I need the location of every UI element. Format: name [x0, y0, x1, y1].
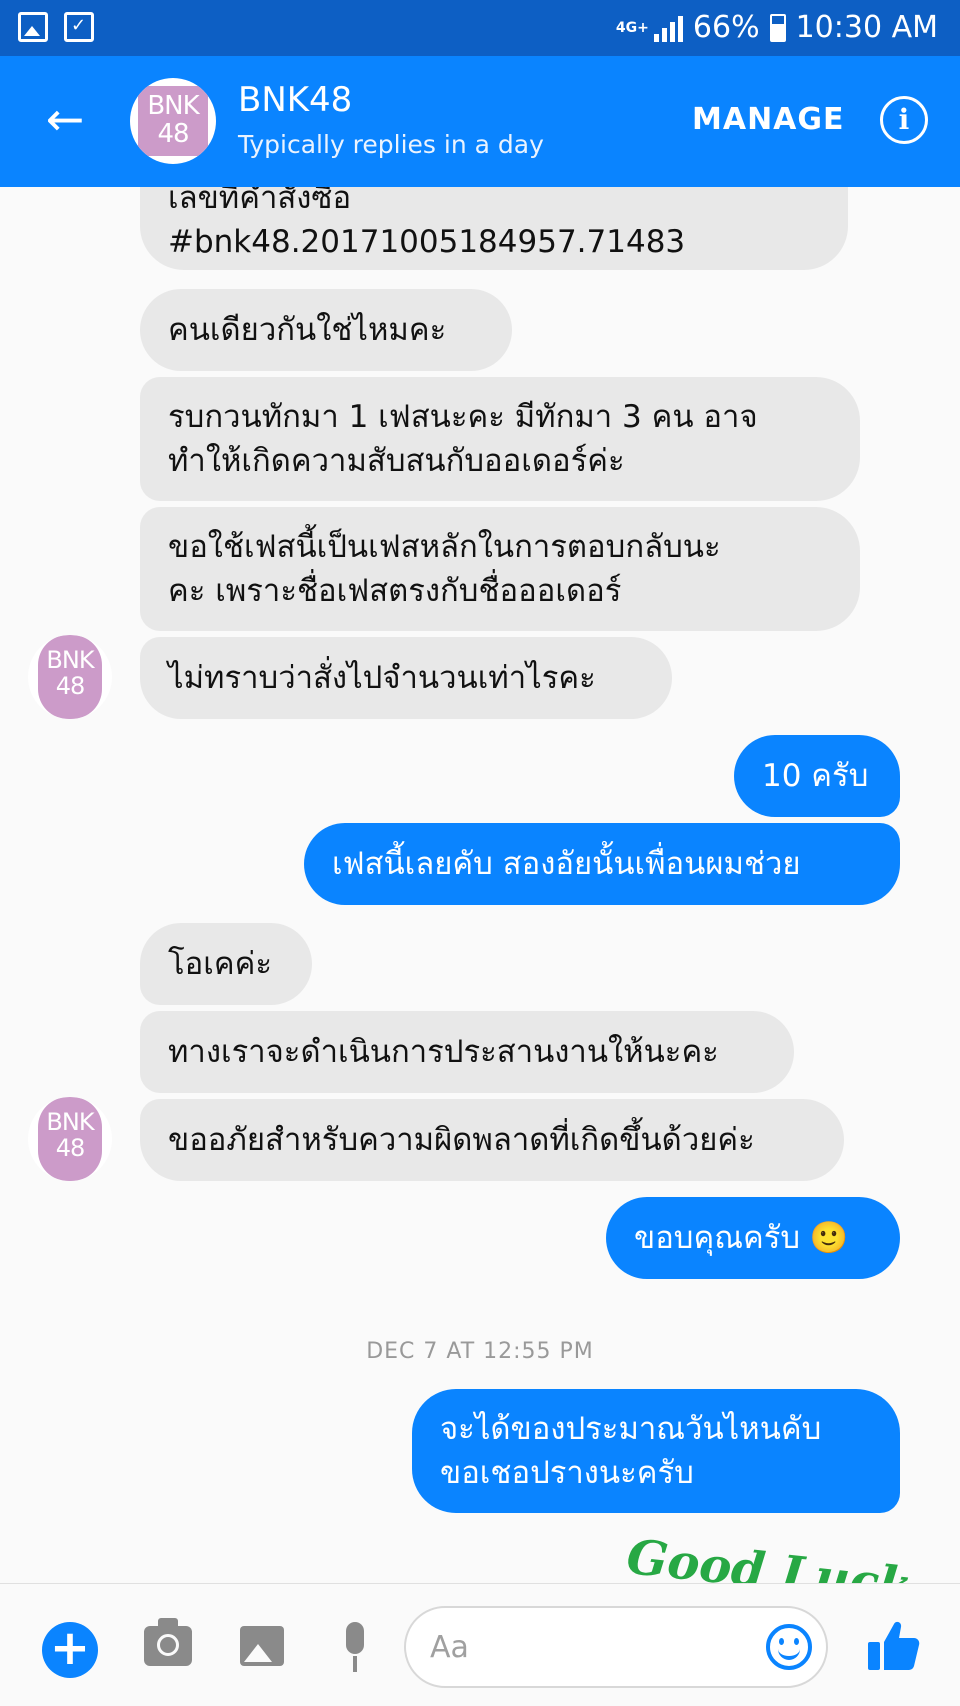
avatar[interactable]: BNK 48	[130, 78, 216, 164]
message-text: ทางเราจะดำเนินการประสานงานให้นะคะ	[168, 1034, 719, 1070]
message-text: รบกวนทักมา 1 เฟสนะคะ มีทักมา 3 คน อาจ	[168, 399, 758, 435]
message-bubble: ไม่ทราบว่าสั่งไปจำนวนเท่าไรคะ	[140, 637, 672, 719]
message-bubble: จะได้ของประมาณวันไหนคับ ขอเชอปรางนะครับ	[412, 1389, 900, 1513]
thumbs-up-icon[interactable]	[866, 1618, 922, 1674]
message-text: เฟสนี้เลยคับ สองอัยนั้นเพื่อนผมช่วย	[332, 846, 801, 882]
back-arrow-icon[interactable]: ←	[40, 96, 90, 144]
plus-icon[interactable]: +	[42, 1622, 98, 1678]
message-text: จะได้ของประมาณวันไหนคับ	[440, 1411, 822, 1447]
message-bubble: 10 ครับ	[734, 735, 900, 817]
message-text: คนเดียวกันใช่ไหมคะ	[168, 312, 447, 348]
response-time-subtitle: Typically replies in a day	[238, 130, 544, 159]
camera-icon[interactable]	[144, 1618, 192, 1666]
message-text: โอเคค่ะ	[168, 946, 272, 982]
message-bubble: คนเดียวกันใช่ไหมคะ	[140, 289, 512, 371]
message-text: คะ เพราะชื่อเฟสตรงกับชื่อออเดอร์	[168, 573, 622, 609]
avatar-logo: BNK 48	[38, 635, 102, 719]
avatar-logo: BNK 48	[138, 86, 208, 156]
message-text: ขอบคุณครับ 🙂	[634, 1220, 849, 1256]
avatar[interactable]: BNK 48	[28, 1097, 112, 1181]
signal-icon	[653, 14, 683, 42]
message-bubble: เลขที่คำสั่งซื้อ #bnk48.20171005184957.7…	[140, 187, 848, 270]
avatar-logo: BNK 48	[38, 1097, 102, 1181]
clock: 10:30 AM	[795, 10, 938, 45]
status-bar: 4G+ 66% 10:30 AM	[0, 0, 960, 56]
emoji-icon[interactable]	[766, 1624, 812, 1670]
message-text: เลขที่คำสั่งซื้อ	[168, 187, 352, 216]
message-bubble: รบกวนทักมา 1 เฟสนะคะ มีทักมา 3 คน อาจ ทำ…	[140, 377, 860, 501]
message-text: ไม่ทราบว่าสั่งไปจำนวนเท่าไรคะ	[168, 660, 596, 696]
network-type: 4G+	[615, 20, 649, 36]
message-text: 10 ครับ	[762, 758, 869, 794]
message-bubble: ขอใช้เฟสนี้เป็นเฟสหลักในการตอบกลับนะ คะ …	[140, 507, 860, 631]
task-check-icon	[64, 12, 94, 42]
composer-bar: +	[0, 1583, 960, 1706]
message-text: ขอใช้เฟสนี้เป็นเฟสหลักในการตอบกลับนะ	[168, 529, 721, 565]
page-title[interactable]: BNK48	[238, 80, 352, 120]
timestamp: DEC 7 AT 12:55 PM	[366, 1339, 594, 1364]
info-icon[interactable]: i	[880, 96, 928, 144]
image-icon[interactable]	[240, 1626, 284, 1666]
manage-button[interactable]: MANAGE	[692, 100, 845, 140]
battery-charging-icon	[769, 14, 786, 42]
gallery-icon	[18, 12, 48, 42]
message-text: ทำให้เกิดความสับสนกับออเดอร์ค่ะ	[168, 443, 625, 479]
message-input[interactable]	[430, 1622, 730, 1672]
chat-header: ← BNK 48 BNK48 Typically replies in a day…	[0, 56, 960, 187]
message-bubble: ทางเราจะดำเนินการประสานงานให้นะคะ	[140, 1011, 794, 1093]
message-bubble: โอเคค่ะ	[140, 923, 312, 1005]
message-text: ขออภัยสำหรับความผิดพลาดที่เกิดขึ้นด้วยค่…	[168, 1122, 755, 1158]
battery-percent: 66%	[692, 10, 760, 45]
message-bubble: ขออภัยสำหรับความผิดพลาดที่เกิดขึ้นด้วยค่…	[140, 1099, 844, 1181]
microphone-icon[interactable]	[338, 1622, 372, 1674]
message-text: ขอเชอปรางนะครับ	[440, 1455, 694, 1491]
message-bubble: ขอบคุณครับ 🙂	[606, 1197, 900, 1279]
message-bubble: เฟสนี้เลยคับ สองอัยนั้นเพื่อนผมช่วย	[304, 823, 900, 905]
message-text: #bnk48.20171005184957.71483	[168, 223, 686, 260]
message-input-container[interactable]	[404, 1606, 828, 1688]
avatar[interactable]: BNK 48	[28, 635, 112, 719]
message-list[interactable]: เลขที่คำสั่งซื้อ #bnk48.20171005184957.7…	[0, 187, 960, 1583]
good-luck-sticker: Good Luck	[624, 1529, 915, 1583]
